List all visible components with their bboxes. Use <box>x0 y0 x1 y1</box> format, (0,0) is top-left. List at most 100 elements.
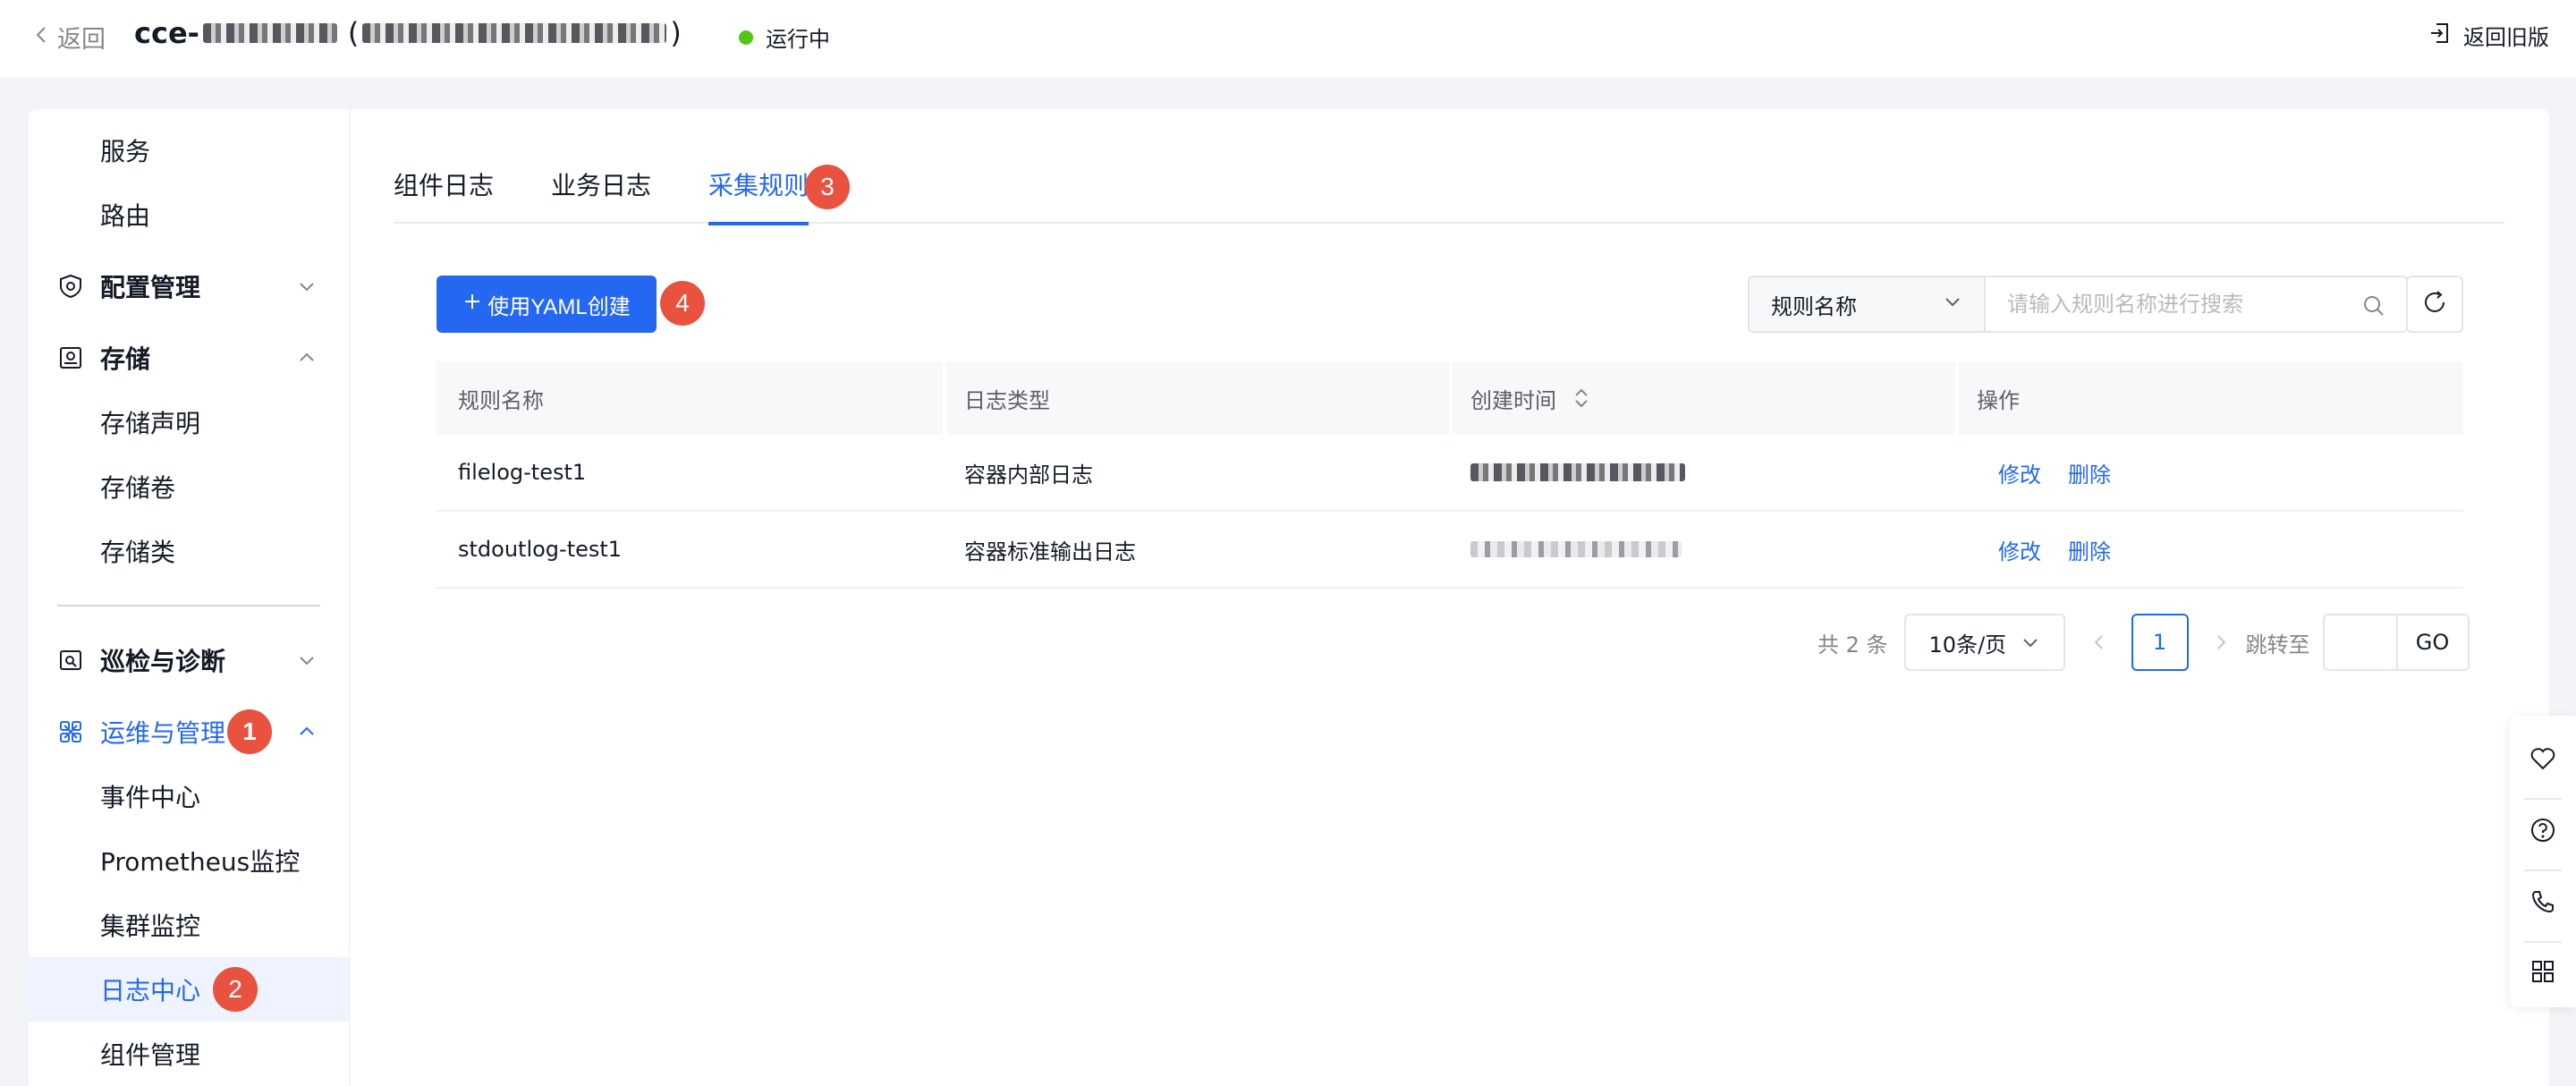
header-created-time-label: 创建时间 <box>1470 387 1556 413</box>
page-size-select[interactable]: 10条/页 <box>1903 614 2065 671</box>
search-input[interactable] <box>1986 277 2406 331</box>
chevron-down-icon <box>297 650 317 670</box>
redacted-cluster-name <box>362 23 667 43</box>
grid-icon <box>2529 957 2557 989</box>
search-input-wrapper <box>1984 276 2408 333</box>
delete-link[interactable]: 删除 <box>2068 457 2111 488</box>
sort-icon[interactable] <box>1572 386 1590 411</box>
sidebar-item-pv[interactable]: 存储卷 <box>29 454 349 519</box>
total-count: 共 2 条 <box>1818 632 1888 658</box>
header-created-time[interactable]: 创建时间 <box>1449 361 1955 435</box>
chevron-left-icon <box>32 23 52 51</box>
sidebar-item-label: 配置管理 <box>100 273 201 302</box>
jump-label: 跳转至 <box>2245 632 2310 658</box>
sidebar-item-log-center[interactable]: 日志中心 2 <box>29 957 349 1022</box>
page-size-value: 10条/页 <box>1928 632 2007 658</box>
page-number-button[interactable]: 1 <box>2131 614 2189 671</box>
sidebar-item-label: 事件中心 <box>100 783 201 812</box>
search-field-select[interactable]: 规则名称 <box>1748 276 1984 333</box>
cell-rule-name: stdoutlog-test1 <box>458 537 623 562</box>
old-version-button[interactable]: 返回旧版 <box>2428 20 2549 51</box>
tab-component-logs[interactable]: 组件日志 <box>394 166 494 222</box>
back-label: 返回 <box>57 26 106 54</box>
prev-page-icon[interactable] <box>2087 630 2112 655</box>
tab-collection-rules[interactable]: 采集规则 <box>708 166 809 225</box>
sidebar-item-label: 存储卷 <box>100 473 176 503</box>
main-panel: 组件日志 业务日志 采集规则 3 使用YAML创建 4 规则名称 请输入规则名称… <box>351 109 2549 1086</box>
table-row: filelog-test1 容器内部日志 修改 删除 <box>436 435 2463 512</box>
cell-created-time <box>1449 512 1955 587</box>
heart-icon <box>2529 744 2557 776</box>
sidebar-item-label: 存储类 <box>100 538 176 567</box>
help-button[interactable] <box>2510 796 2576 868</box>
tab-label: 业务日志 <box>551 171 652 200</box>
edit-link[interactable]: 修改 <box>1998 534 2041 565</box>
next-page-icon[interactable] <box>2208 630 2233 655</box>
sidebar-group-ops[interactable]: 运维与管理 1 <box>29 700 349 764</box>
header-rule-name: 规则名称 <box>458 387 544 413</box>
cluster-status: 运行中 <box>739 21 830 53</box>
create-yaml-label: 使用YAML创建 <box>487 294 631 319</box>
select-value: 规则名称 <box>1771 293 1857 319</box>
sidebar-group-config[interactable]: 配置管理 <box>29 254 349 318</box>
config-icon <box>57 273 84 300</box>
favorite-button[interactable] <box>2510 725 2576 796</box>
sidebar-item-prometheus[interactable]: Prometheus监控 <box>29 828 349 893</box>
annotation-badge-2: 2 <box>213 967 258 1012</box>
sidebar-item-cluster-monitor[interactable]: 集群监控 <box>29 893 349 957</box>
delete-link[interactable]: 删除 <box>2068 534 2111 565</box>
sidebar-item-label: 路由 <box>100 201 151 231</box>
chevron-up-icon <box>297 722 317 742</box>
tab-label: 组件日志 <box>394 171 495 200</box>
annotation-badge-3: 3 <box>805 165 850 209</box>
sidebar-item-label: 服务 <box>100 137 151 166</box>
tab-bar: 组件日志 业务日志 采集规则 3 <box>394 143 2504 225</box>
contact-button[interactable] <box>2510 868 2576 939</box>
annotation-badge-1: 1 <box>227 709 273 754</box>
refresh-icon <box>2421 289 2448 319</box>
sidebar-item-route[interactable]: 路由 <box>29 182 349 247</box>
annotation-badge-4: 4 <box>660 281 705 326</box>
cell-actions: 修改 删除 <box>1955 512 2463 587</box>
top-bar: 返回 cce- ( ) 运行中 返回旧版 <box>0 0 2576 79</box>
sidebar-item-label: Prometheus监控 <box>100 847 301 877</box>
chevron-down-icon <box>1943 292 1962 317</box>
sidebar-item-label: 巡检与诊断 <box>100 647 226 676</box>
edit-link[interactable]: 修改 <box>1998 457 2041 488</box>
sidebar: 服务 路由 配置管理 存储 存储声明 存储卷 存储类 巡检与诊断 运维与管理 1… <box>29 109 349 1086</box>
redacted-time <box>1470 541 1682 557</box>
apps-button[interactable] <box>2510 938 2576 1009</box>
exit-icon <box>2428 21 2453 51</box>
refresh-button[interactable] <box>2406 276 2463 333</box>
cell-log-type: 容器内部日志 <box>964 462 1093 488</box>
back-button[interactable]: 返回 <box>32 20 106 55</box>
status-text: 运行中 <box>766 27 830 52</box>
sidebar-item-addon-manage[interactable]: 组件管理 <box>29 1022 349 1086</box>
tab-business-logs[interactable]: 业务日志 <box>551 166 651 222</box>
go-button[interactable]: GO <box>2397 614 2470 671</box>
chevron-down-icon <box>297 276 317 296</box>
chevron-down-icon <box>2021 632 2040 652</box>
cell-log-type: 容器标准输出日志 <box>964 539 1136 564</box>
redacted-cluster-id <box>202 23 337 43</box>
sidebar-item-pvc[interactable]: 存储声明 <box>29 390 349 454</box>
sidebar-item-label: 存储 <box>100 344 151 374</box>
sidebar-item-storage-class[interactable]: 存储类 <box>29 519 349 583</box>
sidebar-item-events[interactable]: 事件中心 <box>29 764 349 828</box>
header-log-type: 日志类型 <box>943 361 1449 435</box>
status-dot-icon <box>739 30 753 45</box>
search-icon[interactable] <box>2361 293 2386 318</box>
sidebar-group-inspection[interactable]: 巡检与诊断 <box>29 628 349 692</box>
plus-icon <box>462 292 482 318</box>
jump-page-input[interactable] <box>2322 614 2398 671</box>
sidebar-item-label: 运维与管理 <box>100 718 226 748</box>
sidebar-group-storage[interactable]: 存储 <box>29 326 349 390</box>
table-header: 规则名称 日志类型 创建时间 操作 <box>436 361 2463 435</box>
cell-actions: 修改 删除 <box>1955 435 2463 510</box>
chevron-up-icon <box>297 348 317 368</box>
sidebar-item-service[interactable]: 服务 <box>29 118 349 182</box>
create-yaml-button[interactable]: 使用YAML创建 <box>436 276 657 333</box>
table-row: stdoutlog-test1 容器标准输出日志 修改 删除 <box>436 512 2463 589</box>
redacted-time <box>1470 463 1685 481</box>
ops-icon <box>57 718 84 745</box>
